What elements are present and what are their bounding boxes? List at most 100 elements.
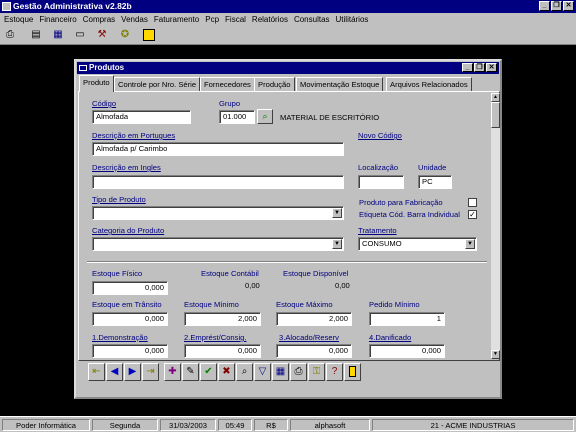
first-record-icon[interactable]: ⇤ bbox=[88, 363, 105, 381]
calculator-icon[interactable]: ▤ bbox=[30, 29, 42, 41]
spreadsheet-icon[interactable]: ▦ bbox=[52, 29, 64, 41]
emprest-consig-link[interactable]: 2.Emprést/Consig. bbox=[184, 333, 246, 342]
emprest-consig-field[interactable]: 0,000 bbox=[184, 344, 261, 358]
estoque-transito-field[interactable]: 0,000 bbox=[92, 312, 168, 326]
produto-fabricacao-checkbox[interactable] bbox=[468, 198, 477, 207]
estoque-minimo-field[interactable]: 2,000 bbox=[184, 312, 261, 326]
descricao-pt-field[interactable]: Almofada p/ Carimbo bbox=[92, 142, 344, 156]
menu-pcp[interactable]: Pcp bbox=[205, 15, 219, 24]
close-button[interactable]: ✕ bbox=[563, 1, 574, 11]
menu-consultas[interactable]: Consultas bbox=[294, 15, 330, 24]
danificado-field[interactable]: 0,000 bbox=[369, 344, 445, 358]
grid-icon[interactable]: ▦ bbox=[272, 363, 289, 381]
menu-bar: Estoque Financeiro Compras Vendas Faturament… bbox=[0, 13, 576, 26]
tab-fornecedores[interactable]: Fornecedores bbox=[200, 77, 255, 91]
app-title-bar[interactable]: Gestão Administrativa v2.82b _ ❐ ✕ bbox=[0, 0, 576, 13]
menu-compras[interactable]: Compras bbox=[83, 15, 115, 24]
exit-icon[interactable] bbox=[344, 363, 361, 381]
scroll-up-icon[interactable]: ▲ bbox=[491, 93, 500, 102]
save-icon[interactable]: ✔ bbox=[200, 363, 217, 381]
tab-produto[interactable]: Produto bbox=[79, 75, 114, 92]
grupo-search-icon[interactable]: ⌕ bbox=[257, 109, 273, 124]
unidade-field[interactable]: PC bbox=[418, 175, 452, 189]
demonstracao-field[interactable]: 0,000 bbox=[92, 344, 168, 358]
novo-codigo-link[interactable]: Novo Código bbox=[358, 131, 402, 140]
menu-vendas[interactable]: Vendas bbox=[121, 15, 148, 24]
estoque-transito-label: Estoque em Trânsito bbox=[92, 300, 162, 309]
categoria-dropdown-icon[interactable]: ▼ bbox=[332, 239, 342, 249]
app-icon bbox=[2, 2, 11, 11]
codigo-label: Código bbox=[92, 99, 117, 108]
estoque-contabil-label: Estoque Contábil bbox=[201, 269, 259, 278]
vertical-scrollbar[interactable]: ▲ ▼ bbox=[491, 93, 500, 359]
search-icon[interactable]: ⌕ bbox=[236, 363, 253, 381]
tab-movimentacao-estoque[interactable]: Movimentação Estoque bbox=[296, 77, 384, 91]
menu-relatorios[interactable]: Relatórios bbox=[252, 15, 288, 24]
tab-controle-serie[interactable]: Controle por Nro. Série bbox=[114, 77, 201, 91]
tratamento-dropdown-icon[interactable]: ▼ bbox=[465, 239, 475, 249]
estoque-disponivel-label: Estoque Disponível bbox=[283, 269, 349, 278]
last-record-icon[interactable]: ⇥ bbox=[142, 363, 159, 381]
etiqueta-label: Etiqueta Cód. Barra Individual bbox=[359, 210, 460, 219]
tratamento-select[interactable]: CONSUMO bbox=[358, 237, 477, 251]
produtos-window: Produtos _ ❐ ✕ Produto Controle por Nro.… bbox=[74, 59, 502, 399]
estoque-maximo-label: Estoque Máximo bbox=[276, 300, 333, 309]
produtos-title-bar[interactable]: Produtos _ ❐ ✕ bbox=[77, 62, 499, 74]
previous-icon[interactable]: ◀ bbox=[106, 363, 123, 381]
tipo-produto-select[interactable] bbox=[92, 206, 344, 220]
estoque-fisico-label: Estoque Físico bbox=[92, 269, 143, 278]
child-restore-button[interactable]: ❐ bbox=[474, 63, 485, 72]
lightbulb-icon[interactable]: ✪ bbox=[119, 29, 131, 41]
grupo-label: Grupo bbox=[219, 99, 241, 108]
menu-faturamento[interactable]: Faturamento bbox=[154, 15, 199, 24]
minimize-button[interactable]: _ bbox=[539, 1, 550, 11]
demonstracao-link[interactable]: 1.Demonstração bbox=[92, 333, 148, 342]
status-bar: Poder Informática Segunda 31/03/2003 05:… bbox=[0, 416, 576, 432]
scroll-thumb[interactable] bbox=[491, 102, 500, 128]
print-icon[interactable]: ⎙ bbox=[290, 363, 307, 381]
localizacao-label: Localização bbox=[358, 163, 399, 172]
child-minimize-button[interactable]: _ bbox=[462, 63, 473, 72]
tools-icon[interactable]: ⚒ bbox=[96, 29, 108, 41]
descricao-en-field[interactable] bbox=[92, 175, 344, 189]
pedido-minimo-field[interactable]: 1 bbox=[369, 312, 445, 326]
menu-estoque[interactable]: Estoque bbox=[4, 15, 33, 24]
app-title: Gestão Administrativa v2.82b bbox=[13, 1, 132, 11]
codigo-field[interactable]: Almofada bbox=[92, 110, 191, 124]
delete-icon[interactable]: ✖ bbox=[218, 363, 235, 381]
categoria-select[interactable] bbox=[92, 237, 344, 251]
estoque-maximo-field[interactable]: 2,000 bbox=[276, 312, 352, 326]
restore-button[interactable]: ❐ bbox=[551, 1, 562, 11]
child-close-button[interactable]: ✕ bbox=[486, 63, 497, 72]
help-icon[interactable]: ? bbox=[326, 363, 343, 381]
filter-icon[interactable]: ▽ bbox=[254, 363, 271, 381]
grupo-description: MATERIAL DE ESCRITÓRIO bbox=[280, 113, 380, 122]
tab-producao[interactable]: Produção bbox=[254, 77, 295, 91]
new-icon[interactable]: ✚ bbox=[164, 363, 181, 381]
tab-arquivos-relacionados[interactable]: Arquivos Relacionados bbox=[386, 77, 472, 91]
estoque-fisico-field[interactable]: 0,000 bbox=[92, 281, 168, 295]
etiqueta-checkbox[interactable]: ✓ bbox=[468, 210, 477, 219]
next-icon[interactable]: ▶ bbox=[124, 363, 141, 381]
alocado-reserv-field[interactable]: 0,000 bbox=[276, 344, 352, 358]
grupo-field[interactable]: 01.000 bbox=[219, 110, 255, 124]
localizacao-field[interactable] bbox=[358, 175, 404, 189]
scroll-down-icon[interactable]: ▼ bbox=[491, 350, 500, 359]
descricao-pt-label: Descrição em Portugues bbox=[92, 131, 176, 140]
menu-financeiro[interactable]: Financeiro bbox=[39, 15, 76, 24]
estoque-contabil-value: 0,00 bbox=[245, 281, 260, 290]
descricao-en-label: Descrição em Ingles bbox=[92, 163, 161, 172]
pedido-minimo-label: Pedido Mínimo bbox=[369, 300, 420, 309]
lock-icon[interactable]: ⚿ bbox=[308, 363, 325, 381]
tipo-dropdown-icon[interactable]: ▼ bbox=[332, 208, 342, 218]
exit-door-icon[interactable] bbox=[143, 29, 155, 41]
alocado-reserv-link[interactable]: 3.Alocado/Reserv bbox=[279, 333, 339, 342]
status-branch: 21 - ACME INDUSTRIAS bbox=[372, 419, 574, 431]
card-icon[interactable]: ▭ bbox=[74, 29, 86, 41]
danificado-link[interactable]: 4.Danificado bbox=[369, 333, 411, 342]
edit-icon[interactable]: ✎ bbox=[182, 363, 199, 381]
printer-icon[interactable]: ⎙ bbox=[4, 29, 16, 41]
menu-fiscal[interactable]: Fiscal bbox=[225, 15, 246, 24]
menu-utilitarios[interactable]: Utilitários bbox=[336, 15, 369, 24]
navigation-bar: ⇤ ◀ ▶ ⇥ ✚ ✎ ✔ ✖ ⌕ ▽ ▦ ⎙ ⚿ ? bbox=[88, 363, 370, 382]
